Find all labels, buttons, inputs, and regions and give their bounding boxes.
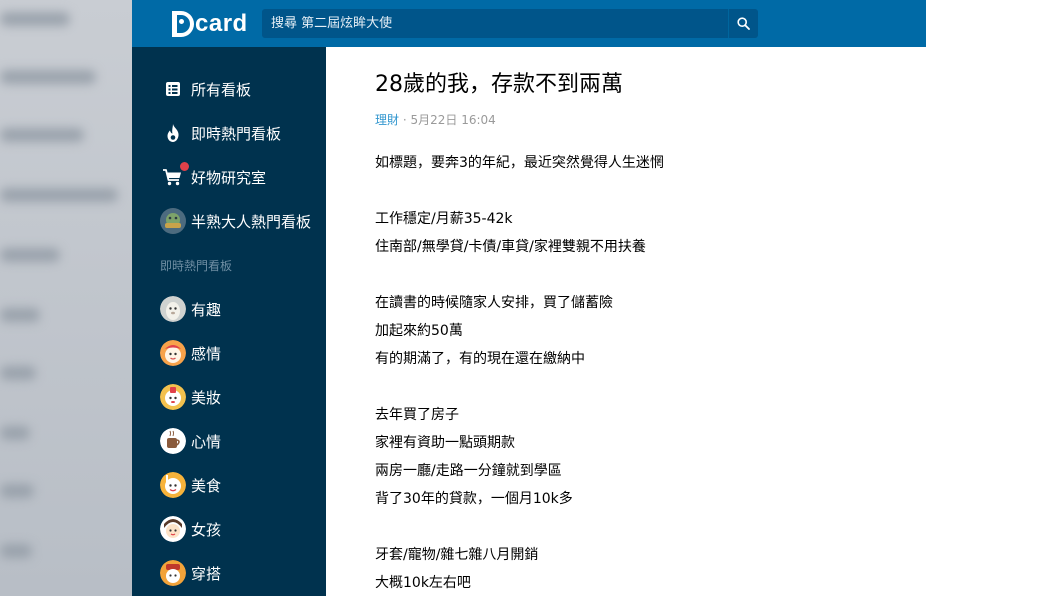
post-title: 28歲的我，存款不到兩萬 (375, 72, 623, 97)
notification-dot (180, 162, 189, 171)
girl-avatar-icon (160, 516, 186, 542)
search-field (262, 9, 728, 38)
dcard-logo[interactable]: card (172, 9, 248, 39)
flame-icon (162, 122, 184, 144)
post-meta: 理財 · 5月22日 16:04 (375, 111, 496, 128)
sidebar-item-label: 所有看板 (191, 80, 252, 99)
relationship-avatar-icon (160, 340, 186, 366)
sidebar-item-board-makeup[interactable]: 美妝 (132, 379, 326, 415)
post-container: 28歲的我，存款不到兩萬 理財 · 5月22日 16:04 如標題，要奔3的年紀… (326, 47, 926, 596)
sidebar-item-board-outfit[interactable]: 穿搭 (132, 555, 326, 591)
sidebar-item-trending-boards[interactable]: 即時熱門看板 (132, 115, 326, 151)
post-line: 如標題，要奔3的年紀，最近突然覺得人生迷惘 (375, 155, 664, 171)
screenshot-stage: card 搜尋 第二屆炫眸大使 所有看板 即時熱門看板 好物研究室 半熟大人熱門… (0, 0, 1060, 596)
sidebar-item-board-food[interactable]: 美食 (132, 467, 326, 503)
sidebar-item-board-funny[interactable]: 有趣 (132, 291, 326, 327)
post-line (375, 373, 895, 401)
outfit-avatar-icon (160, 560, 186, 586)
sidebar-item-label: 半熟大人熱門看板 (191, 212, 312, 231)
post-body: 如標題，要奔3的年紀，最近突然覺得人生迷惘 工作穩定/月薪35-42k 住南部/… (375, 149, 895, 596)
list-icon (162, 78, 184, 100)
sidebar-item-label: 感情 (191, 344, 222, 363)
sidebar-item-label: 女孩 (191, 520, 222, 539)
top-navbar: card (132, 0, 926, 47)
post-line: 在讀書的時候隨家人安排，買了儲蓄險 (375, 295, 613, 311)
post-line: 兩房一廳/走路一分鐘就到學區 (375, 463, 562, 479)
sidebar-item-label: 美食 (191, 476, 222, 495)
post-line: 住南部/無學貸/卡債/車貸/家裡雙親不用扶養 (375, 239, 646, 255)
search-input[interactable] (271, 16, 728, 31)
sidebar-section-title: 即時熱門看板 (160, 259, 233, 273)
makeup-avatar-icon (160, 384, 186, 410)
sidebar-item-goods-lab[interactable]: 好物研究室 (132, 159, 326, 195)
search-icon (737, 17, 750, 30)
post-line: 大概10k左右吧 (375, 575, 471, 591)
sidebar-item-board-girl[interactable]: 女孩 (132, 511, 326, 547)
post-line (375, 513, 895, 541)
dcard-logo-mark (172, 11, 194, 37)
sidebar-item-label: 即時熱門看板 (191, 124, 282, 143)
sidebar-item-label: 好物研究室 (191, 168, 267, 187)
post-line: 牙套/寵物/雜七雜八月開銷 (375, 547, 539, 563)
globe-avatar-icon (160, 208, 186, 234)
post-line: 加起來約50萬 (375, 323, 463, 339)
right-margin (926, 0, 1060, 596)
post-line: 背了30年的貸款，一個月10k多 (375, 491, 573, 507)
mood-cup-avatar-icon (160, 428, 186, 454)
sidebar-item-label: 美妝 (191, 388, 222, 407)
post-line: 家裡有資助一點頭期款 (375, 435, 515, 451)
sidebar-item-board-relationship[interactable]: 感情 (132, 335, 326, 371)
dcard-logo-text: card (195, 10, 248, 37)
food-avatar-icon (160, 472, 186, 498)
sidebar: 所有看板 即時熱門看板 好物研究室 半熟大人熱門看板 即時熱門看板 有趣 感情 … (132, 47, 326, 596)
post-line: 去年買了房子 (375, 407, 459, 423)
sidebar-item-board-mood[interactable]: 心情 (132, 423, 326, 459)
post-date: 5月22日 16:04 (410, 113, 496, 127)
blurred-background-left (0, 0, 132, 596)
alpaca-avatar-icon (160, 296, 186, 322)
post-line (375, 261, 895, 289)
sidebar-item-adult-trending[interactable]: 半熟大人熱門看板 (132, 203, 326, 239)
post-line (375, 177, 895, 205)
sidebar-item-all-boards[interactable]: 所有看板 (132, 71, 326, 107)
post-line: 有的期滿了，有的現在還在繳納中 (375, 351, 585, 367)
search-button[interactable] (728, 9, 758, 38)
sidebar-item-label: 穿搭 (191, 564, 222, 583)
meta-separator: · (402, 113, 407, 127)
sidebar-item-label: 有趣 (191, 300, 222, 319)
sidebar-item-label: 心情 (191, 432, 222, 451)
post-line: 工作穩定/月薪35-42k (375, 211, 513, 227)
post-board-link[interactable]: 理財 (375, 113, 399, 127)
